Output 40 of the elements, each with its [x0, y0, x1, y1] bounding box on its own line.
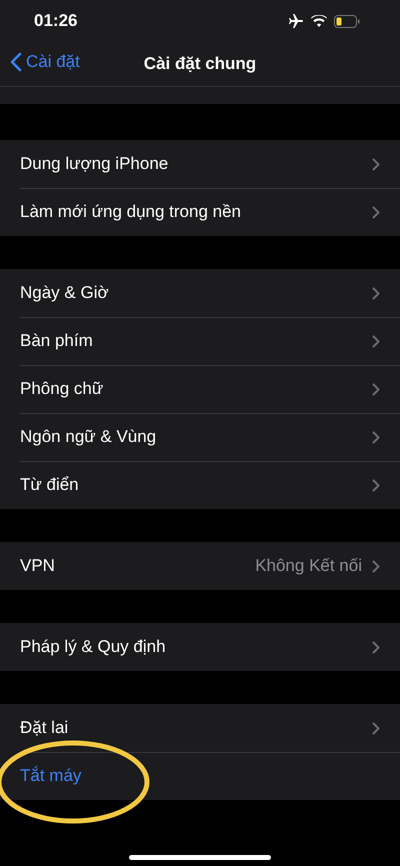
chevron-right-icon [372, 722, 380, 734]
settings-row[interactable]: Bàn phím [0, 317, 400, 365]
row-label: Từ điển [20, 475, 80, 495]
chevron-right-icon [372, 560, 380, 572]
settings-row[interactable]: Pháp lý & Quy định [0, 623, 400, 671]
settings-row[interactable]: Phông chữ [0, 365, 400, 413]
chevron-right-icon [372, 640, 380, 654]
chevron-right-icon [372, 206, 380, 218]
status-time: 01:26 [34, 11, 78, 31]
chevron-right-icon [372, 334, 380, 348]
airplane-icon [288, 14, 304, 28]
row-label: Pháp lý & Quy định [20, 637, 167, 657]
settings-row[interactable]: Đặt lai [0, 704, 400, 752]
row-label: Đặt lai [20, 718, 70, 738]
settings-row[interactable]: VPN Không Kết nối [0, 542, 400, 590]
row-label: Làm mới ứng dụng trong nền [20, 202, 242, 222]
chevron-right-icon [372, 430, 380, 444]
chevron-right-icon [372, 286, 380, 300]
settings-row[interactable]: Ngày & Giờ [0, 269, 400, 317]
chevron-left-icon [10, 52, 22, 72]
settings-row[interactable]: Ngôn ngữ & Vùng [0, 413, 400, 461]
row-label: Ngôn ngữ & Vùng [20, 427, 158, 447]
chevron-right-icon [372, 158, 380, 170]
settings-row[interactable]: Từ điển [0, 461, 400, 509]
battery-icon [334, 14, 360, 28]
chevron-right-icon [372, 478, 380, 492]
row-label: Phông chữ [20, 379, 104, 399]
row-label: Tắt máy [20, 766, 82, 786]
screen-title: Cài đặt chung [144, 54, 256, 74]
settings-row[interactable]: Tắt máy [0, 752, 400, 800]
back-button[interactable]: Cài đặt [10, 52, 80, 72]
row-label: Dung lượng iPhone [20, 154, 170, 174]
row-label: Bàn phím [20, 331, 94, 351]
chevron-right-icon [372, 382, 380, 396]
wifi-icon [311, 15, 327, 27]
row-label: VPN [20, 556, 56, 576]
settings-row[interactable]: Làm mới ứng dụng trong nền [0, 188, 400, 236]
row-label: Ngày & Giờ [20, 283, 110, 303]
row-value: Không Kết nối [255, 556, 362, 576]
settings-row[interactable]: Dung lượng iPhone [0, 140, 400, 188]
